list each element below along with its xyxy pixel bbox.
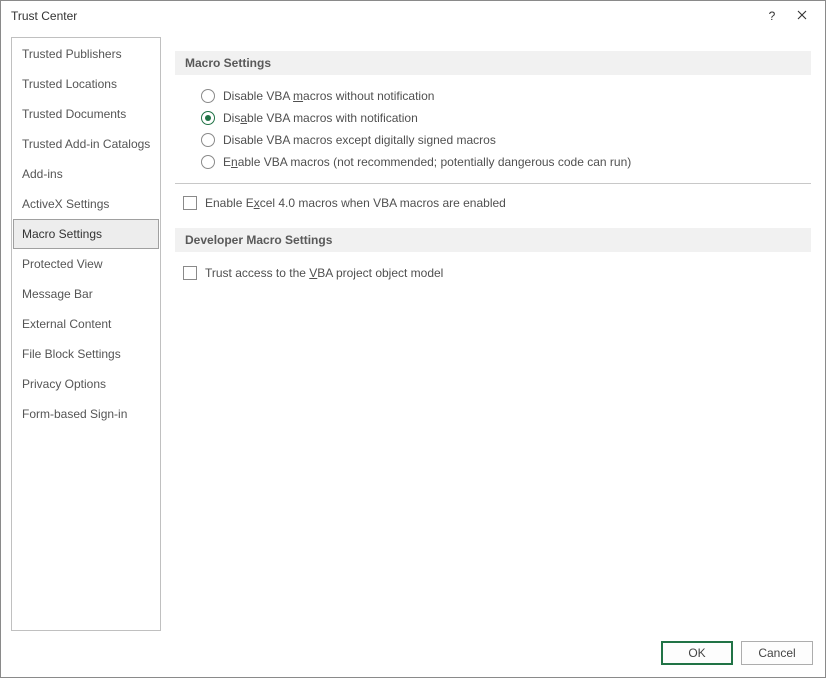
checkbox-label: Trust access to the VBA project object m… — [205, 266, 443, 280]
developer-macro-settings-header: Developer Macro Settings — [175, 228, 811, 252]
close-button[interactable] — [787, 2, 817, 30]
sidebar-item-form-based-signin[interactable]: Form-based Sign-in — [13, 399, 159, 429]
sidebar-item-activex-settings[interactable]: ActiveX Settings — [13, 189, 159, 219]
sidebar-item-trusted-publishers[interactable]: Trusted Publishers — [13, 39, 159, 69]
checkbox-trust-vba-project[interactable]: Trust access to the VBA project object m… — [183, 262, 811, 284]
sidebar-item-addins[interactable]: Add-ins — [13, 159, 159, 189]
cancel-button[interactable]: Cancel — [741, 641, 813, 665]
radio-disable-without-notification[interactable]: Disable VBA macros without notification — [201, 85, 811, 107]
checkbox-enable-excel4-macros[interactable]: Enable Excel 4.0 macros when VBA macros … — [183, 192, 811, 214]
sidebar-item-macro-settings[interactable]: Macro Settings — [13, 219, 159, 249]
sidebar-item-trusted-documents[interactable]: Trusted Documents — [13, 99, 159, 129]
checkbox-icon — [183, 196, 197, 210]
radio-disable-with-notification[interactable]: Disable VBA macros with notification — [201, 107, 811, 129]
radio-enable-all[interactable]: Enable VBA macros (not recommended; pote… — [201, 151, 811, 173]
macro-settings-header: Macro Settings — [175, 51, 811, 75]
radio-disable-except-signed[interactable]: Disable VBA macros except digitally sign… — [201, 129, 811, 151]
radio-label: Disable VBA macros with notification — [223, 111, 418, 125]
sidebar-item-trusted-addin-catalogs[interactable]: Trusted Add-in Catalogs — [13, 129, 159, 159]
sidebar-item-external-content[interactable]: External Content — [13, 309, 159, 339]
radio-icon — [201, 155, 215, 169]
close-icon — [797, 9, 807, 23]
trust-center-dialog: Trust Center ? Trusted Publishers Truste… — [0, 0, 826, 678]
radio-label: Disable VBA macros except digitally sign… — [223, 133, 496, 147]
sidebar-item-trusted-locations[interactable]: Trusted Locations — [13, 69, 159, 99]
window-title: Trust Center — [11, 9, 77, 23]
category-sidebar: Trusted Publishers Trusted Locations Tru… — [11, 37, 161, 631]
macro-settings-group: Disable VBA macros without notification … — [175, 85, 811, 173]
ok-button[interactable]: OK — [661, 641, 733, 665]
checkbox-label: Enable Excel 4.0 macros when VBA macros … — [205, 196, 506, 210]
sidebar-item-message-bar[interactable]: Message Bar — [13, 279, 159, 309]
radio-label: Disable VBA macros without notification — [223, 89, 434, 103]
dialog-button-row: OK Cancel — [1, 631, 825, 677]
divider — [175, 183, 811, 184]
help-icon: ? — [769, 9, 776, 23]
radio-icon — [201, 89, 215, 103]
titlebar: Trust Center ? — [1, 1, 825, 31]
checkbox-icon — [183, 266, 197, 280]
sidebar-item-file-block-settings[interactable]: File Block Settings — [13, 339, 159, 369]
radio-icon — [201, 133, 215, 147]
sidebar-item-protected-view[interactable]: Protected View — [13, 249, 159, 279]
main-panel: Macro Settings Disable VBA macros withou… — [175, 37, 815, 631]
radio-icon — [201, 111, 215, 125]
radio-label: Enable VBA macros (not recommended; pote… — [223, 155, 631, 169]
sidebar-item-privacy-options[interactable]: Privacy Options — [13, 369, 159, 399]
help-button[interactable]: ? — [757, 2, 787, 30]
